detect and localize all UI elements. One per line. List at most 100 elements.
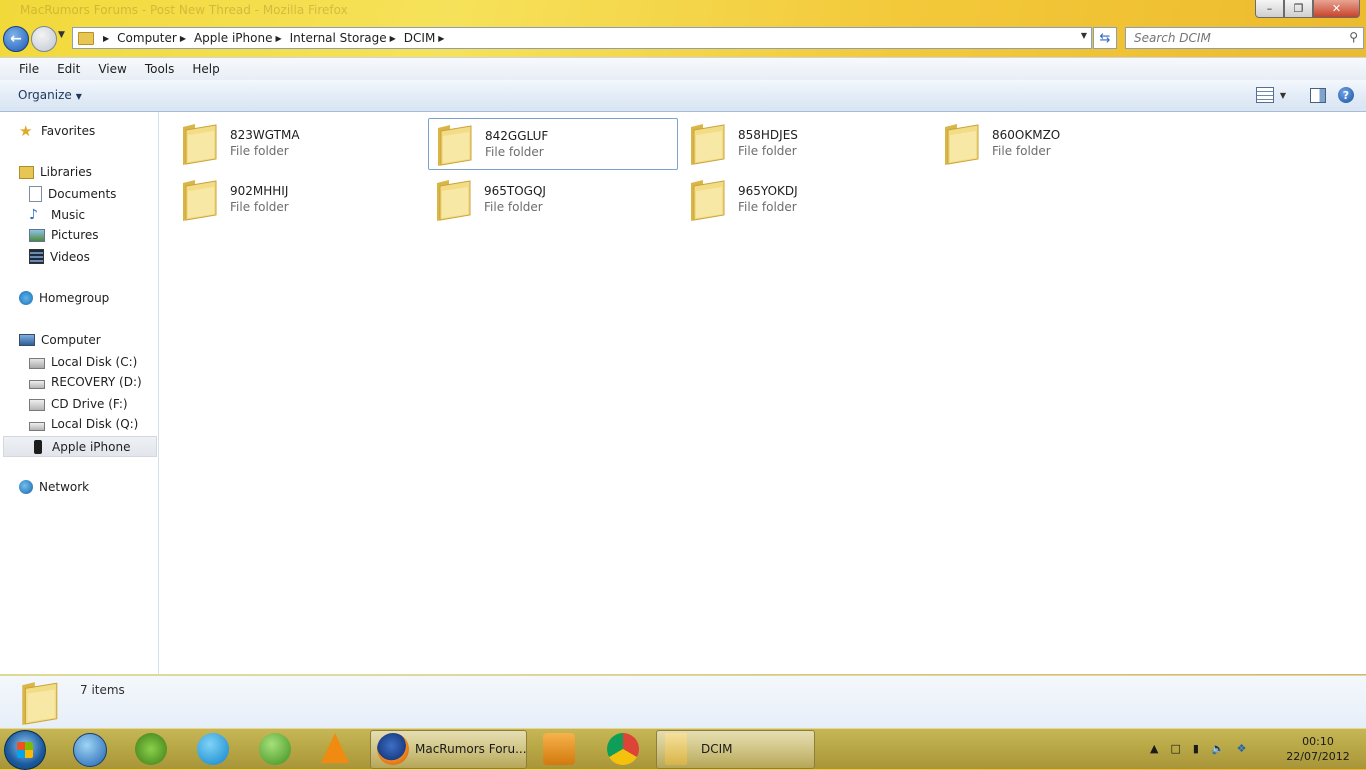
folder-icon bbox=[691, 124, 725, 165]
clock-date: 22/07/2012 bbox=[1286, 750, 1350, 763]
minimize-button[interactable]: – bbox=[1255, 0, 1284, 18]
folder-icon bbox=[665, 733, 687, 765]
homegroup-icon bbox=[19, 291, 33, 305]
folder-name: 965YOKDJ bbox=[738, 184, 798, 198]
start-button[interactable] bbox=[4, 730, 46, 770]
folder-type: File folder bbox=[738, 144, 797, 158]
chevron-right-icon[interactable]: ▶ bbox=[275, 34, 281, 43]
media-player-icon[interactable] bbox=[543, 733, 575, 765]
folder-icon bbox=[22, 682, 58, 725]
breadcrumb-internal-storage[interactable]: Internal Storage ▶ bbox=[290, 31, 404, 45]
nav-homegroup[interactable]: Homegroup bbox=[19, 291, 109, 305]
navigation-bar: ← → ▼ ▶ Computer ▶ Apple iPhone ▶ Internal… bbox=[0, 24, 1366, 54]
address-dropdown-icon[interactable]: ▼ bbox=[1081, 31, 1087, 40]
close-button[interactable]: ✕ bbox=[1313, 0, 1360, 18]
itunes-icon[interactable] bbox=[73, 733, 107, 767]
refresh-icon: ⇆ bbox=[1099, 30, 1111, 46]
show-hidden-icons-icon[interactable]: ▲ bbox=[1150, 742, 1158, 755]
nav-network[interactable]: Network bbox=[19, 480, 89, 494]
arrow-left-icon: ← bbox=[10, 31, 22, 47]
folder-item[interactable]: 842GGLUF File folder bbox=[428, 118, 678, 170]
skype-icon[interactable] bbox=[197, 733, 229, 765]
taskbar-explorer-button[interactable]: DCIM bbox=[656, 730, 815, 769]
change-view-icon[interactable] bbox=[1255, 87, 1274, 103]
folder-name: 965TOGQJ bbox=[484, 184, 546, 198]
forward-button[interactable]: → bbox=[31, 26, 57, 52]
nav-computer[interactable]: Computer bbox=[19, 333, 101, 347]
recent-pages-button[interactable]: ▼ bbox=[58, 30, 65, 40]
folder-item[interactable]: 860OKMZO File folder bbox=[936, 118, 1184, 168]
back-button[interactable]: ← bbox=[3, 26, 29, 52]
iphone-icon bbox=[34, 439, 42, 454]
menu-bar: File Edit View Tools Help bbox=[0, 57, 1366, 80]
nav-cd-drive-f[interactable]: CD Drive (F:) bbox=[29, 396, 128, 411]
search-box[interactable]: ⚲ bbox=[1125, 27, 1364, 49]
folder-type: File folder bbox=[738, 200, 797, 214]
address-bar[interactable]: ▶ Computer ▶ Apple iPhone ▶ Internal Stora… bbox=[72, 27, 1092, 49]
folder-item[interactable]: 965TOGQJ File folder bbox=[428, 174, 676, 224]
breadcrumb-apple-iphone[interactable]: Apple iPhone ▶ bbox=[194, 31, 290, 45]
nav-pictures[interactable]: Pictures bbox=[29, 228, 99, 242]
folder-item[interactable]: 965YOKDJ File folder bbox=[682, 174, 930, 224]
folder-type: File folder bbox=[485, 145, 544, 159]
folder-name: 860OKMZO bbox=[992, 128, 1061, 142]
help-icon[interactable]: ? bbox=[1338, 87, 1354, 103]
nav-favorites[interactable]: ★ Favorites bbox=[19, 123, 95, 139]
chevron-right-icon[interactable]: ▶ bbox=[390, 34, 396, 43]
chevron-right-icon[interactable]: ▶ bbox=[180, 34, 186, 43]
folder-icon bbox=[183, 180, 217, 221]
menu-edit[interactable]: Edit bbox=[57, 62, 80, 76]
vlc-icon[interactable] bbox=[321, 733, 349, 763]
spotify-icon[interactable] bbox=[135, 733, 167, 765]
search-icon[interactable]: ⚲ bbox=[1349, 30, 1358, 44]
folder-name: 858HDJES bbox=[738, 128, 798, 142]
folder-icon bbox=[183, 124, 217, 165]
organize-button[interactable]: Organize ▼ bbox=[18, 88, 82, 102]
folder-item[interactable]: 902MHHIJ File folder bbox=[174, 174, 422, 224]
chevron-down-icon: ▼ bbox=[75, 92, 82, 101]
music-icon: ♪ bbox=[29, 207, 38, 223]
breadcrumb-dcim[interactable]: DCIM ▶ bbox=[404, 31, 453, 45]
video-icon bbox=[29, 249, 44, 264]
chevron-right-icon[interactable]: ▶ bbox=[103, 34, 109, 43]
volume-icon[interactable]: 🔈 bbox=[1211, 742, 1225, 755]
nav-recovery-d[interactable]: RECOVERY (D:) bbox=[29, 375, 142, 389]
utorrent-icon[interactable] bbox=[259, 733, 291, 765]
chrome-icon[interactable] bbox=[607, 733, 639, 765]
menu-help[interactable]: Help bbox=[192, 62, 219, 76]
nav-libraries[interactable]: Libraries bbox=[19, 165, 92, 179]
folder-item[interactable]: 823WGTMA File folder bbox=[174, 118, 422, 168]
details-pane: 7 items bbox=[0, 675, 1366, 729]
dropbox-icon[interactable]: ❖ bbox=[1237, 742, 1247, 755]
computer-icon bbox=[19, 334, 35, 346]
document-icon bbox=[29, 186, 42, 202]
refresh-button[interactable]: ⇆ bbox=[1093, 27, 1117, 49]
search-input[interactable] bbox=[1132, 30, 1336, 46]
nav-apple-iphone[interactable]: Apple iPhone bbox=[3, 436, 157, 457]
nav-documents[interactable]: Documents bbox=[29, 186, 116, 202]
taskbar-firefox-button[interactable]: MacRumors Foru... bbox=[370, 730, 527, 769]
breadcrumb-computer[interactable]: Computer ▶ bbox=[117, 31, 194, 45]
signal-strength-icon[interactable]: ▮ bbox=[1193, 742, 1199, 755]
clock[interactable]: 00:10 22/07/2012 bbox=[1280, 734, 1356, 764]
star-icon: ★ bbox=[19, 122, 33, 140]
menu-tools[interactable]: Tools bbox=[145, 62, 175, 76]
menu-view[interactable]: View bbox=[98, 62, 126, 76]
folder-item[interactable]: 858HDJES File folder bbox=[682, 118, 930, 168]
view-options-dropdown-icon[interactable]: ▼ bbox=[1280, 91, 1286, 100]
taskbar: MacRumors Foru... DCIM ▲ □ ▮ 🔈 ❖ 00:10 2… bbox=[0, 728, 1366, 770]
menu-file[interactable]: File bbox=[19, 62, 39, 76]
safely-remove-hardware-icon[interactable]: □ bbox=[1170, 742, 1180, 755]
folder-type: File folder bbox=[484, 200, 543, 214]
nav-music[interactable]: ♪ Music bbox=[29, 207, 85, 223]
maximize-button[interactable]: ❐ bbox=[1284, 0, 1313, 18]
folder-name: 823WGTMA bbox=[230, 128, 300, 142]
nav-local-disk-c[interactable]: Local Disk (C:) bbox=[29, 354, 137, 369]
nav-local-disk-q[interactable]: Local Disk (Q:) bbox=[29, 417, 138, 431]
folder-type: File folder bbox=[230, 200, 289, 214]
nav-videos[interactable]: Videos bbox=[29, 249, 90, 264]
chevron-right-icon[interactable]: ▶ bbox=[438, 34, 444, 43]
folder-icon bbox=[945, 124, 979, 165]
preview-pane-icon[interactable] bbox=[1310, 87, 1326, 103]
folder-icon bbox=[437, 180, 471, 221]
